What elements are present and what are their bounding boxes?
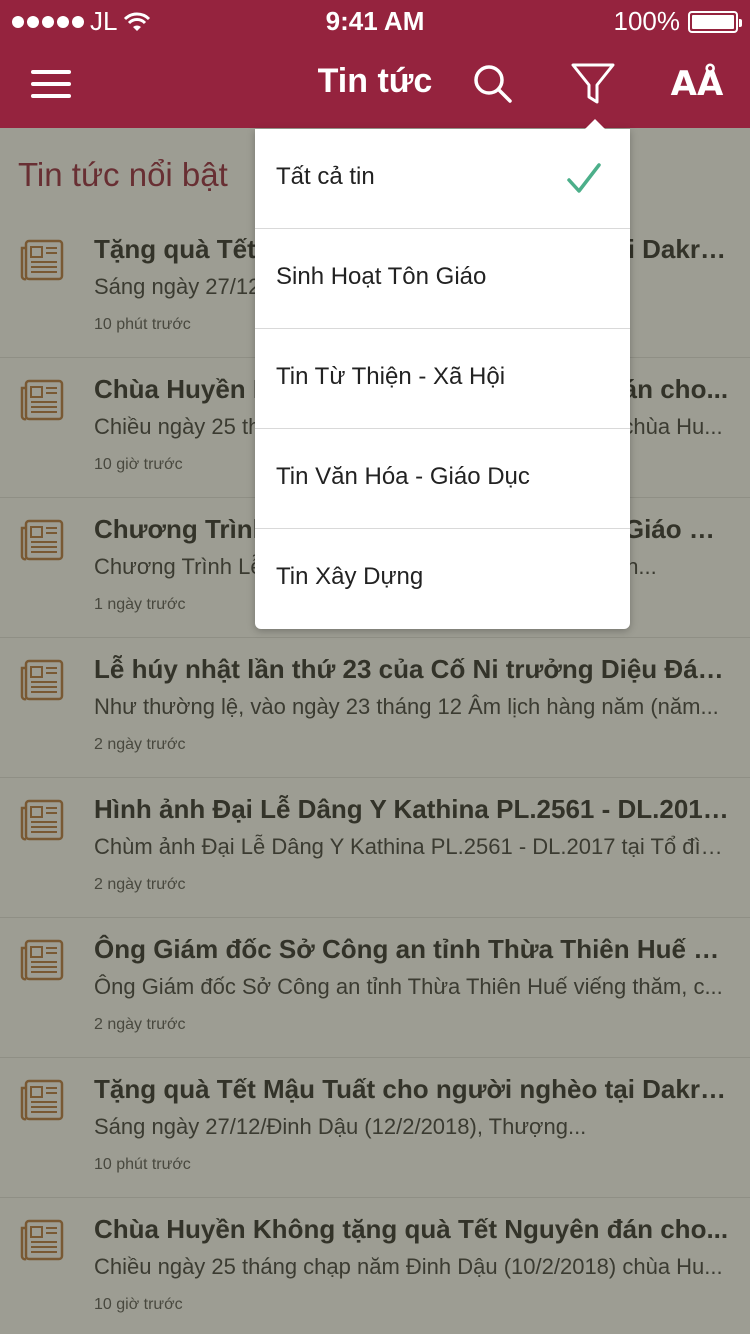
checkmark-icon <box>567 163 601 193</box>
font-size-icon: AÅ <box>670 64 724 104</box>
filter-option-culture[interactable]: Tin Văn Hóa - Giáo Dục <box>255 429 630 529</box>
filter-option-charity[interactable]: Tin Từ Thiện - Xã Hội <box>255 329 630 429</box>
filter-option-label: Sinh Hoạt Tôn Giáo <box>276 263 487 290</box>
filter-option-label: Tin Văn Hóa - Giáo Dục <box>276 463 530 490</box>
filter-option-label: Tin Từ Thiện - Xã Hội <box>276 363 506 390</box>
status-right: 100% <box>613 6 742 37</box>
filter-option-construction[interactable]: Tin Xây Dựng <box>255 529 630 629</box>
filter-option-label: Tin Xây Dựng <box>276 563 424 590</box>
status-bar: JL 9:41 AM 100% <box>0 0 750 40</box>
filter-button[interactable] <box>563 54 623 114</box>
filter-option-all[interactable]: Tất cả tin <box>255 129 630 229</box>
dropdown-arrow <box>585 119 605 129</box>
filter-icon <box>571 63 615 104</box>
battery-icon <box>688 10 742 33</box>
filter-option-religious[interactable]: Sinh Hoạt Tôn Giáo <box>255 229 630 329</box>
font-size-button[interactable]: AÅ <box>667 54 727 114</box>
filter-option-label: Tất cả tin <box>276 163 375 190</box>
battery-percent: 100% <box>613 6 681 36</box>
filter-dropdown: Tất cả tin Sinh Hoạt Tôn Giáo Tin Từ Thi… <box>255 119 630 629</box>
page-title: Tin tức <box>317 62 433 100</box>
search-button[interactable] <box>463 54 523 114</box>
nav-bar: Tin tức AÅ <box>0 40 750 128</box>
search-icon <box>474 65 512 103</box>
